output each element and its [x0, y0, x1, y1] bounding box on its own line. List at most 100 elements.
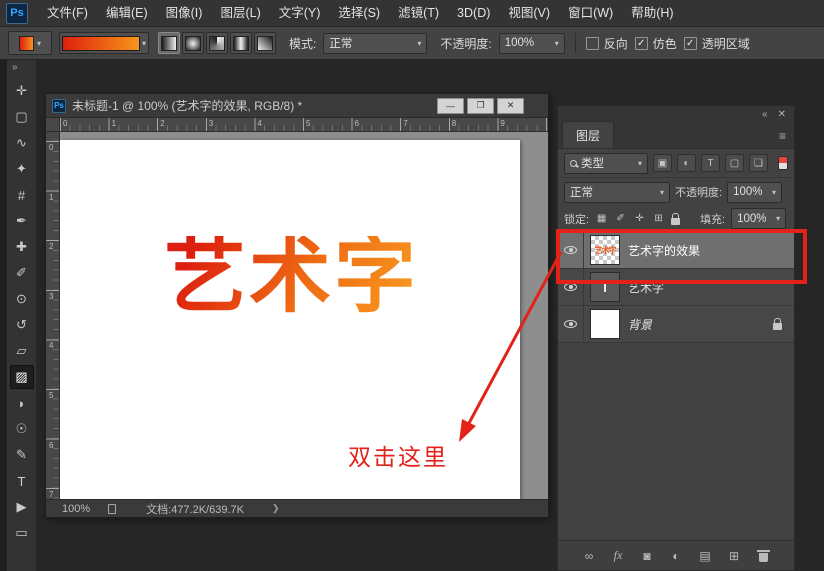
document-titlebar[interactable]: Ps 未标题-1 @ 100% (艺术字的效果, RGB/8) * — ❐ ✕: [46, 94, 548, 118]
crop-tool[interactable]: #: [10, 183, 34, 207]
file-icon[interactable]: [108, 504, 116, 514]
type-tool[interactable]: T: [10, 469, 34, 493]
lock-transparency-icon[interactable]: ▦: [595, 213, 608, 224]
filter-toggle[interactable]: [778, 156, 788, 170]
menu-item-4[interactable]: 图层(L): [211, 6, 269, 20]
maximize-button[interactable]: ❐: [467, 98, 494, 114]
linear-gradient-button[interactable]: [158, 32, 180, 54]
menu-item-10[interactable]: 窗口(W): [559, 6, 622, 20]
menu-item-1[interactable]: 文件(F): [38, 6, 97, 20]
adjustment-layer-icon[interactable]: ◐: [669, 549, 683, 563]
fill-select[interactable]: 100% ▾: [731, 208, 786, 229]
ruler-origin[interactable]: [46, 118, 60, 132]
layer-thumbnail[interactable]: [590, 309, 620, 339]
lock-position-icon[interactable]: ✛: [633, 213, 646, 224]
ruler-v-label: 1: [49, 193, 53, 202]
gradient-editor[interactable]: ▾: [59, 32, 149, 54]
filter-type-layers-icon[interactable]: T: [701, 154, 720, 172]
chevron-down-icon[interactable]: ▾: [142, 39, 146, 48]
canvas[interactable]: 艺术字 双击这里: [60, 140, 520, 499]
menu-item-7[interactable]: 滤镜(T): [389, 6, 448, 20]
move-tool[interactable]: ✛: [10, 79, 34, 103]
layer-visibility-icon[interactable]: [558, 232, 584, 268]
menu-bar: Ps 文件(F)编辑(E)图像(I)图层(L)文字(Y)选择(S)滤镜(T)3D…: [0, 0, 824, 27]
panel-menu-icon[interactable]: ≡: [779, 129, 786, 143]
blend-mode-select[interactable]: 正常 ▾: [564, 182, 670, 203]
collapse-toolbar-icon[interactable]: »: [7, 60, 36, 77]
status-chevron-icon[interactable]: ❯: [272, 503, 280, 514]
filter-shape-layers-icon[interactable]: ▢: [725, 154, 744, 172]
filter-adjustment-layers-icon[interactable]: ◐: [677, 154, 696, 172]
horizontal-ruler[interactable]: 0123456789: [60, 118, 548, 132]
fill-value: 100%: [737, 213, 772, 225]
brush-tool[interactable]: ✐: [10, 261, 34, 285]
menu-item-6[interactable]: 选择(S): [329, 6, 389, 20]
lock-all-icon[interactable]: [671, 218, 680, 225]
checkbox-icon: [635, 37, 648, 50]
radial-gradient-button[interactable]: [182, 32, 204, 54]
layer-row-3[interactable]: 背景: [558, 306, 794, 343]
reflected-gradient-button[interactable]: [230, 32, 252, 54]
eraser-tool[interactable]: ▱: [10, 339, 34, 363]
transparency-checkbox[interactable]: 透明区域: [684, 35, 750, 52]
close-panel-icon[interactable]: ✕: [778, 109, 786, 120]
blur-tool[interactable]: ◗: [10, 391, 34, 415]
gradient-tool[interactable]: ▨: [10, 365, 34, 389]
chevron-down-icon: ▾: [772, 188, 776, 197]
healing-brush-tool[interactable]: ✚: [10, 235, 34, 259]
tool-preset-picker[interactable]: ▾: [8, 31, 52, 55]
minimize-button[interactable]: —: [437, 98, 464, 114]
filter-kind-select[interactable]: 类型 ▾: [564, 153, 648, 174]
new-group-icon[interactable]: ▤: [698, 549, 712, 563]
new-layer-icon[interactable]: ⊞: [727, 549, 741, 563]
clone-stamp-tool[interactable]: ⊙: [10, 287, 34, 311]
lock-pixels-icon[interactable]: ✐: [614, 213, 627, 224]
history-brush-tool[interactable]: ↺: [10, 313, 34, 337]
menu-item-8[interactable]: 3D(D): [448, 6, 499, 20]
delete-layer-icon[interactable]: [756, 549, 770, 562]
collapse-panels-icon[interactable]: «: [762, 109, 768, 120]
mode-select[interactable]: 正常 ▾: [323, 33, 427, 54]
layer-visibility-icon[interactable]: [558, 269, 584, 305]
close-button[interactable]: ✕: [497, 98, 524, 114]
options-bar: ▾ ▾ 模式: 正常 ▾ 不透明度: 100% ▾ 反向: [0, 27, 824, 60]
menu-item-5[interactable]: 文字(Y): [270, 6, 330, 20]
filter-smart-objects-icon[interactable]: ❏: [749, 154, 768, 172]
lasso-tool[interactable]: ∿: [10, 131, 34, 155]
layer-thumbnail[interactable]: T: [590, 272, 620, 302]
menu-item-2[interactable]: 编辑(E): [97, 6, 157, 20]
zoom-level[interactable]: 100%: [62, 503, 90, 515]
lock-icon: [773, 323, 782, 330]
quick-selection-tool[interactable]: ✦: [10, 157, 34, 181]
layer-style-icon[interactable]: fx: [611, 548, 625, 563]
checkbox-icon: [684, 37, 697, 50]
layer-opacity-select[interactable]: 100% ▾: [727, 182, 782, 203]
filter-pixel-layers-icon[interactable]: ▣: [653, 154, 672, 172]
layer-row-2[interactable]: T艺术字: [558, 269, 794, 306]
vertical-ruler[interactable]: 01234567: [46, 132, 60, 499]
chevron-down-icon: ▾: [638, 159, 642, 168]
dither-checkbox[interactable]: 仿色: [635, 35, 677, 52]
add-layer-mask-icon[interactable]: ◙: [640, 549, 654, 563]
ruler-h-label: 6: [355, 119, 359, 128]
layer-thumbnail[interactable]: 艺术字: [590, 235, 620, 265]
shape-tool[interactable]: ▭: [10, 521, 34, 545]
opacity-select[interactable]: 100% ▾: [499, 33, 565, 54]
layer-visibility-icon[interactable]: [558, 306, 584, 342]
menu-item-11[interactable]: 帮助(H): [622, 6, 682, 20]
link-layers-icon[interactable]: ∞: [582, 549, 596, 563]
dodge-tool[interactable]: ☉: [10, 417, 34, 441]
reverse-checkbox[interactable]: 反向: [586, 35, 628, 52]
pen-tool[interactable]: ✎: [10, 443, 34, 467]
diamond-gradient-button[interactable]: [254, 32, 276, 54]
menu-item-3[interactable]: 图像(I): [157, 6, 212, 20]
chevron-down-icon: ▾: [417, 39, 421, 48]
layer-row-1[interactable]: 艺术字艺术字的效果: [558, 232, 794, 269]
angle-gradient-button[interactable]: [206, 32, 228, 54]
lock-artboard-icon[interactable]: ⊞: [652, 213, 665, 224]
eyedropper-tool[interactable]: ✒: [10, 209, 34, 233]
marquee-tool[interactable]: ▢: [10, 105, 34, 129]
tab-layers[interactable]: 图层: [562, 121, 614, 148]
menu-item-9[interactable]: 视图(V): [499, 6, 559, 20]
path-selection-tool[interactable]: ▶: [10, 495, 34, 519]
